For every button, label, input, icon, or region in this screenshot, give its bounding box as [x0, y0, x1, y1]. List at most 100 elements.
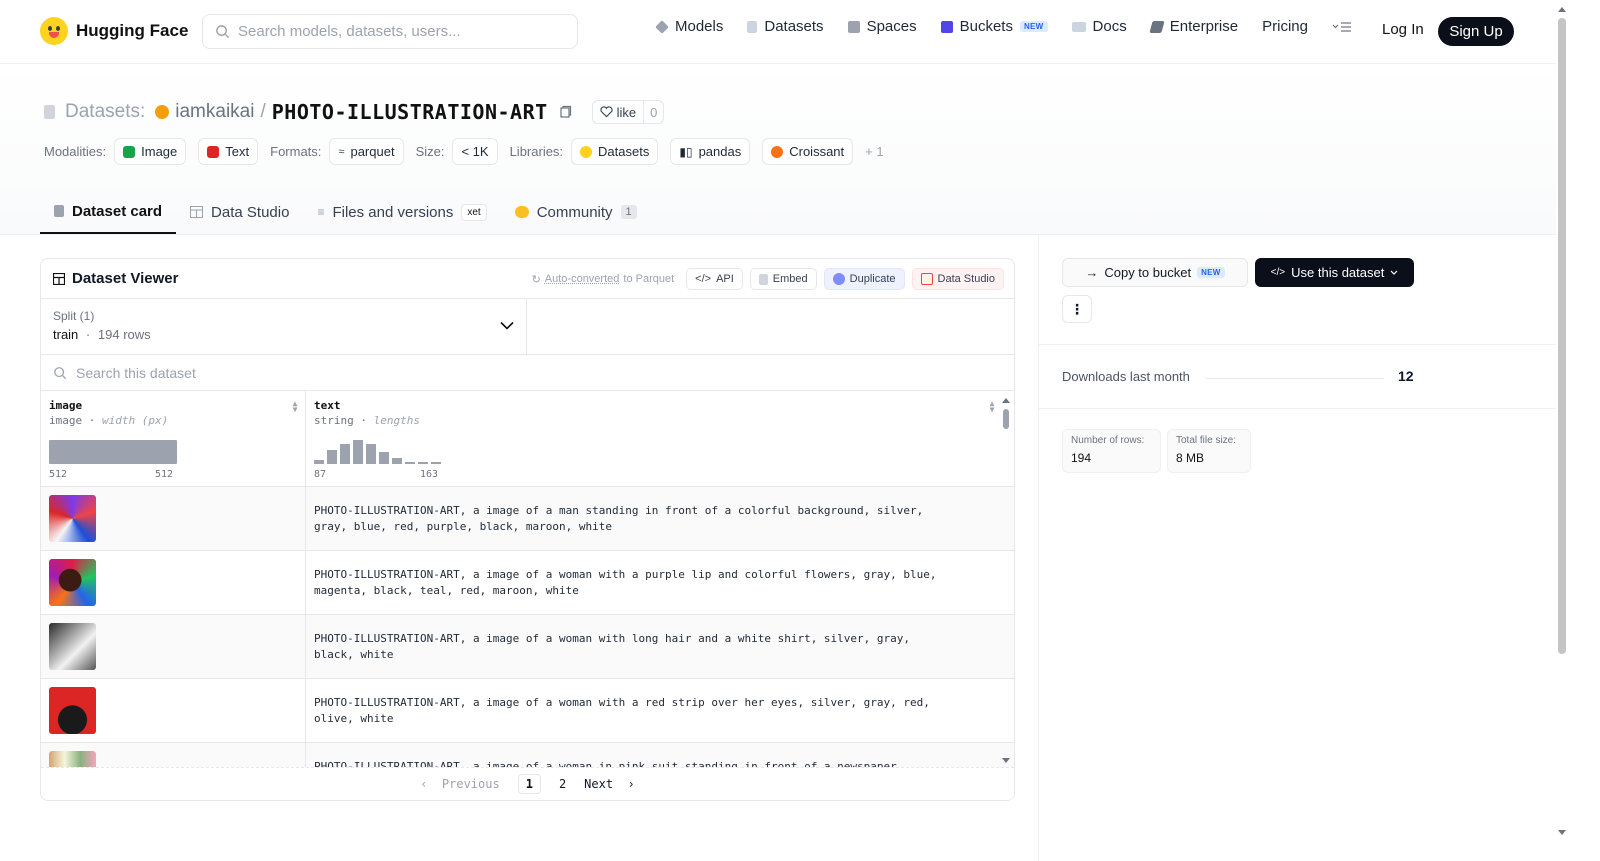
tag-modality-image[interactable]: Image	[114, 138, 187, 165]
search-icon	[54, 366, 67, 379]
histogram-bin[interactable]	[353, 440, 363, 464]
page-1-button[interactable]: 1	[517, 774, 541, 794]
nav-docs[interactable]: Docs	[1071, 18, 1127, 35]
histogram-bin[interactable]	[340, 444, 350, 464]
tag-modality-text-label: Text	[225, 144, 250, 159]
nav-buckets[interactable]: Buckets NEW	[940, 18, 1048, 35]
row-image-thumbnail[interactable]	[49, 559, 96, 606]
column-type-image: image	[49, 414, 83, 427]
tab-files-versions[interactable]: ≡ Files and versions xet	[303, 190, 500, 234]
duplicate-icon	[832, 273, 845, 285]
nav-buckets-label: Buckets	[959, 18, 1013, 35]
histogram-bin[interactable]	[431, 462, 441, 464]
row-text-cell[interactable]: PHOTO-ILLUSTRATION-ART, a image of a man…	[306, 487, 1014, 550]
api-button[interactable]: </> API	[686, 268, 743, 290]
histogram-bin[interactable]	[314, 460, 324, 464]
data-studio-button[interactable]: Data Studio	[911, 268, 1004, 290]
use-this-dataset-button[interactable]: </> Use this dataset	[1255, 258, 1414, 287]
breadcrumb-user[interactable]: iamkaikai	[175, 101, 254, 123]
signup-button[interactable]: Sign Up	[1438, 17, 1514, 46]
nav-datasets-label: Datasets	[764, 18, 824, 35]
libraries-more[interactable]: + 1	[865, 144, 883, 159]
histogram-bin[interactable]	[327, 450, 337, 464]
tag-library-croissant[interactable]: Croissant	[762, 138, 854, 165]
heart-icon	[600, 106, 613, 118]
histogram-bin[interactable]	[392, 458, 402, 464]
row-text-cell[interactable]: PHOTO-ILLUSTRATION-ART, a image of a wom…	[306, 551, 1014, 614]
row-image-thumbnail[interactable]	[49, 687, 96, 734]
histogram-bin[interactable]	[366, 444, 376, 464]
embed-button[interactable]: Embed	[749, 268, 817, 290]
tab-data-studio[interactable]: Data Studio	[176, 190, 303, 234]
histogram-bin[interactable]	[405, 462, 415, 464]
column-name-text: text	[314, 399, 341, 412]
histogram-text-lengths[interactable]	[314, 436, 454, 466]
row-text-cell[interactable]: PHOTO-ILLUSTRATION-ART, a image of a wom…	[306, 679, 1014, 742]
copy-icon[interactable]	[558, 105, 572, 119]
sort-icon[interactable]: ▲ ▼	[988, 400, 996, 414]
size-label: Size:	[415, 144, 445, 159]
duplicate-button[interactable]: Duplicate	[823, 268, 905, 290]
nav-datasets[interactable]: Datasets	[747, 18, 824, 35]
page-2-button[interactable]: 2	[559, 777, 566, 791]
stat-size-label: Total file size:	[1176, 435, 1237, 446]
home-logo-link[interactable]: Hugging Face	[40, 17, 188, 45]
histogram-bin[interactable]	[418, 462, 428, 464]
login-link[interactable]: Log In	[1382, 21, 1424, 38]
row-image-thumbnail[interactable]	[49, 495, 96, 542]
table-header: image image · width (px) 512 512 ▲ ▼ text…	[41, 391, 1014, 487]
tag-library-pandas[interactable]: ▮▯ pandas	[670, 138, 751, 165]
like-label: like	[616, 104, 637, 120]
breadcrumb-prefix[interactable]: Datasets:	[65, 101, 145, 123]
table-row[interactable]: PHOTO-ILLUSTRATION-ART, a image of a man…	[41, 487, 1014, 551]
stat-total-file-size: Total file size: 8 MB	[1167, 429, 1251, 473]
auto-converted-link[interactable]: Auto-converted	[545, 273, 620, 285]
tag-modality-text[interactable]: Text	[198, 138, 259, 165]
nav-pricing[interactable]: Pricing	[1262, 18, 1308, 35]
tag-format-parquet[interactable]: ≈ parquet	[329, 138, 404, 165]
page-scrollbar[interactable]	[1556, 0, 1568, 861]
previous-page-button[interactable]: ‹ Previous	[420, 777, 499, 791]
tab-community[interactable]: Community 1	[501, 190, 651, 234]
table-scrollbar[interactable]	[1001, 395, 1011, 767]
global-search-input[interactable]: Search models, datasets, users...	[202, 14, 578, 49]
image-icon	[123, 145, 136, 158]
row-text-cell[interactable]: PHOTO-ILLUSTRATION-ART, a image of a wom…	[306, 743, 1014, 768]
table-row[interactable]: PHOTO-ILLUSTRATION-ART, a image of a wom…	[41, 743, 1014, 768]
nav-models[interactable]: Models	[655, 18, 723, 35]
row-image-thumbnail[interactable]	[49, 751, 96, 768]
row-text-cell[interactable]: PHOTO-ILLUSTRATION-ART, a image of a wom…	[306, 615, 1014, 678]
modalities-label: Modalities:	[44, 144, 107, 159]
more-options-button[interactable]: ⋮	[1062, 295, 1092, 323]
api-button-label: API	[716, 273, 734, 285]
sort-icon[interactable]: ▲ ▼	[291, 400, 299, 414]
dataset-viewer: Dataset Viewer ↻ Auto-converted to Parquet…	[40, 258, 1015, 801]
table-row[interactable]: PHOTO-ILLUSTRATION-ART, a image of a wom…	[41, 679, 1014, 743]
next-page-label: Next	[584, 777, 614, 791]
dataset-search-input[interactable]: Search this dataset	[41, 355, 1014, 391]
next-page-button[interactable]: Next ›	[584, 777, 635, 791]
viewer-title: Dataset Viewer	[72, 270, 179, 287]
nav-spaces[interactable]: Spaces	[847, 18, 917, 35]
column-divider	[1038, 235, 1039, 861]
split-selector[interactable]: Split (1) train · 194 rows	[41, 299, 527, 354]
row-image-thumbnail[interactable]	[49, 623, 96, 670]
copy-to-bucket-button[interactable]: → Copy to bucket NEW	[1062, 258, 1248, 287]
column-header-image[interactable]: image image · width (px) 512 512 ▲ ▼	[41, 391, 306, 486]
tab-dataset-card[interactable]: Dataset card	[40, 190, 177, 234]
tag-size[interactable]: < 1K	[452, 138, 498, 165]
tag-library-datasets[interactable]: Datasets	[571, 138, 659, 165]
table-row[interactable]: PHOTO-ILLUSTRATION-ART, a image of a wom…	[41, 551, 1014, 615]
nav-pricing-label: Pricing	[1262, 18, 1308, 35]
xet-badge: xet	[461, 203, 487, 221]
histogram-bin[interactable]	[379, 452, 389, 464]
refresh-icon: ↻	[531, 273, 541, 286]
nav-more-menu[interactable]	[1332, 21, 1352, 33]
table-row[interactable]: PHOTO-ILLUSTRATION-ART, a image of a wom…	[41, 615, 1014, 679]
like-button[interactable]: like 0	[591, 100, 665, 124]
column-header-text[interactable]: text string · lengths 87 163 ▲ ▼	[306, 391, 1014, 486]
split-dot: ·	[85, 327, 91, 342]
histogram-bar-image[interactable]	[49, 440, 177, 464]
nav-enterprise[interactable]: Enterprise	[1149, 18, 1238, 35]
tab-community-label: Community	[536, 203, 613, 221]
